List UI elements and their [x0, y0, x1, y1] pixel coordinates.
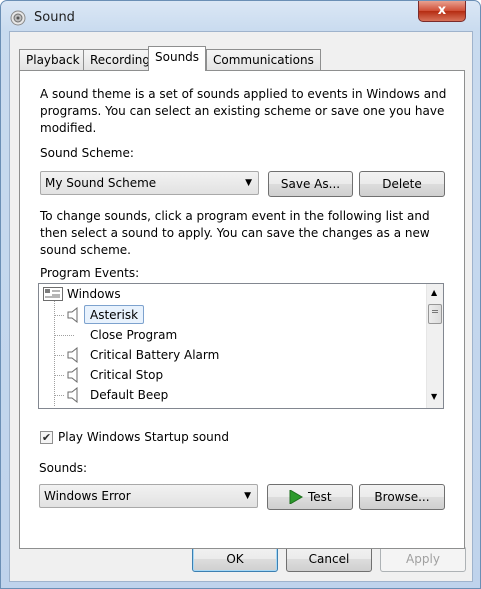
tree-root-label: Windows [67, 287, 121, 301]
event-label-default-beep: Default Beep [90, 388, 169, 402]
windows-folder-icon [43, 287, 63, 301]
tab-sounds[interactable]: Sounds [148, 46, 207, 71]
sound-scheme-value: My Sound Scheme [45, 176, 157, 190]
window-title: Sound [34, 10, 75, 25]
program-events-list[interactable]: Windows Asterisk Close Program Critical … [38, 283, 444, 409]
chevron-down-icon: ▼ [245, 178, 252, 188]
theme-description: A sound theme is a set of sounds applied… [40, 87, 447, 135]
tab-recording[interactable]: Recording [83, 49, 158, 70]
tab-playback[interactable]: Playback [19, 49, 87, 70]
event-label-critical-stop: Critical Stop [90, 368, 164, 382]
events-scrollbar[interactable]: ▲ ▼ [426, 284, 443, 408]
scroll-up-arrow-icon[interactable]: ▲ [431, 288, 437, 297]
speaker-icon [67, 387, 78, 403]
speaker-app-icon [10, 10, 26, 26]
play-icon [289, 490, 303, 504]
sound-scheme-label: Sound Scheme: [40, 146, 134, 160]
scrollbar-thumb[interactable] [428, 304, 442, 324]
browse-button[interactable]: Browse... [359, 484, 445, 510]
tab-communications[interactable]: Communications [206, 49, 321, 70]
event-label-close-program: Close Program [90, 328, 178, 342]
event-item-critical-stop[interactable]: Critical Stop [54, 365, 254, 385]
sounds-dropdown[interactable]: Windows Error ▼ [39, 484, 258, 508]
event-label-critical-battery-alarm: Critical Battery Alarm [90, 348, 220, 362]
speaker-icon [67, 347, 78, 363]
event-item-critical-battery-alarm[interactable]: Critical Battery Alarm [54, 345, 304, 365]
apply-button[interactable]: Apply [380, 546, 466, 572]
ok-button[interactable]: OK [192, 546, 278, 572]
test-button-label: Test [308, 490, 332, 504]
sound-dialog-window: Sound x Playback Recording Sounds Commun… [0, 0, 481, 589]
close-button[interactable]: x [418, 1, 466, 22]
event-item-asterisk[interactable]: Asterisk [54, 305, 145, 325]
change-sounds-instructions: To change sounds, click a program event … [40, 209, 430, 257]
speaker-icon [67, 307, 78, 323]
speaker-icon [67, 367, 78, 383]
title-bar[interactable]: Sound x [1, 1, 480, 35]
dialog-client-area: Playback Recording Sounds Communications… [9, 31, 473, 582]
sounds-label: Sounds: [39, 461, 88, 475]
scroll-down-arrow-icon[interactable]: ▼ [431, 392, 437, 401]
chevron-down-icon: ▼ [244, 491, 251, 501]
save-as-button[interactable]: Save As... [268, 171, 353, 197]
test-button[interactable]: Test [267, 484, 353, 510]
event-item-close-program[interactable]: Close Program [54, 325, 254, 345]
cancel-button[interactable]: Cancel [286, 546, 372, 572]
sound-scheme-dropdown[interactable]: My Sound Scheme ▼ [40, 171, 259, 195]
delete-button[interactable]: Delete [359, 171, 445, 197]
event-label-asterisk: Asterisk [84, 305, 145, 324]
sounds-dropdown-value: Windows Error [44, 489, 131, 503]
event-item-default-beep[interactable]: Default Beep [54, 385, 254, 405]
startup-sound-label[interactable]: Play Windows Startup sound [58, 429, 229, 446]
startup-sound-checkbox[interactable]: ✔ [40, 431, 53, 444]
program-events-label: Program Events: [40, 266, 140, 280]
